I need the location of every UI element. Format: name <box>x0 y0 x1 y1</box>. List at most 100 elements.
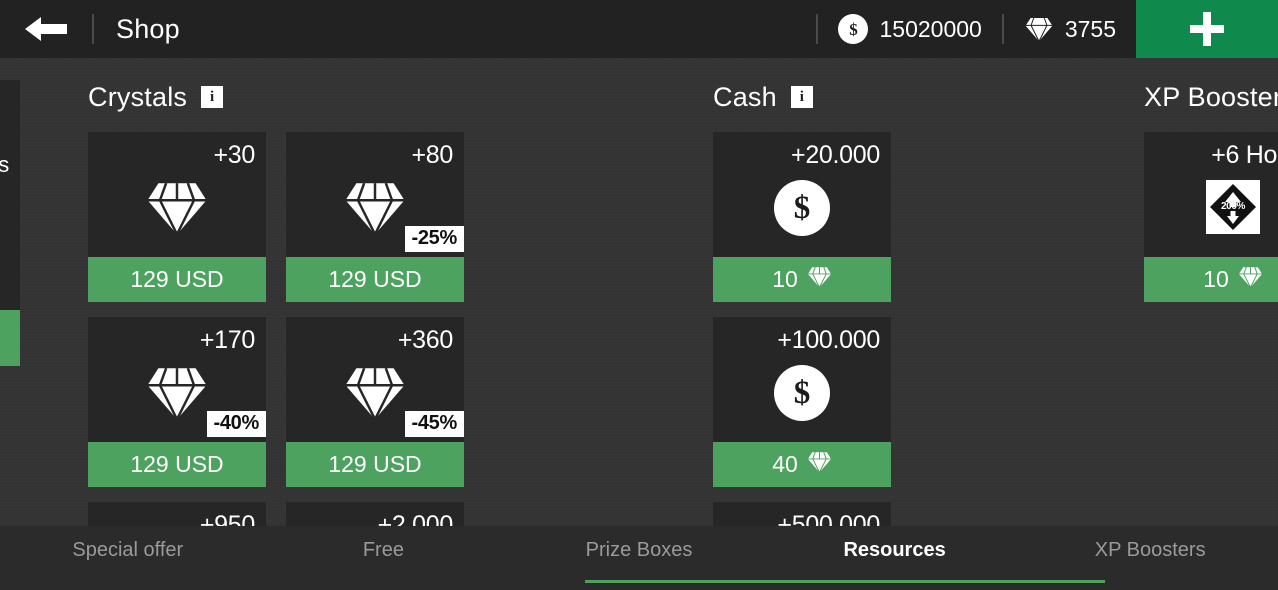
currency-cash-value: 15020000 <box>879 15 982 42</box>
shop-card[interactable]: +80 129 USD -25% <box>286 132 464 302</box>
diamond-icon <box>1024 16 1054 42</box>
shop-card[interactable]: +20.000 $10 <box>713 132 891 302</box>
tab-free[interactable]: Free <box>256 526 512 590</box>
shop-card[interactable]: +170 129 USD -40% <box>88 317 266 487</box>
currency-group: $ 15020000 3755 <box>816 0 1136 58</box>
dollar-coin-icon: $ <box>838 14 869 44</box>
card-amount: +360 <box>397 326 453 354</box>
shop-card[interactable]: +2.000129 USD-60% <box>286 502 464 526</box>
card-grid-crystals: +30 129 USD +80 129 USD -25% +170 129 USD -40% +… <box>88 132 658 526</box>
info-icon[interactable]: i <box>201 86 224 108</box>
dollar-coin-icon: $ <box>774 365 830 421</box>
section-xp-boosters: XP Boostersi+6 Hours200%10+1 Week200%40 <box>1144 58 1278 302</box>
card-amount: +2.000 <box>377 511 454 526</box>
section-title: Crystals <box>88 81 188 112</box>
card-price: 10 <box>772 266 798 292</box>
card-footer[interactable] <box>0 310 20 366</box>
card-footer[interactable]: 10 <box>1144 257 1278 302</box>
edge-card-partial[interactable]: s 200% <box>0 80 20 366</box>
card-body: s 200% <box>0 80 20 310</box>
section-title: XP Boosters <box>1144 81 1278 112</box>
diamond-icon <box>147 367 207 420</box>
diamond-icon <box>345 367 405 420</box>
section-crystals: Crystals i +30 129 USD +80 129 USD -25% +170 129… <box>88 58 658 526</box>
card-amount: +170 <box>199 326 255 354</box>
xp-booster-icon: 200% <box>1206 180 1260 234</box>
card-icon-wrap: 200% <box>1144 180 1278 234</box>
card-footer[interactable]: 129 USD -25% <box>286 226 464 302</box>
shop-screen: Shop $ 15020000 3755 s Crystals i +30 12… <box>0 0 1278 590</box>
card-icon-wrap: $ <box>713 365 891 421</box>
plus-icon <box>1190 12 1224 46</box>
shop-card[interactable]: +360 129 USD -45% <box>286 317 464 487</box>
card-price: 40 <box>772 451 798 477</box>
back-arrow-icon <box>25 17 67 41</box>
card-footer[interactable]: 129 USD -45% <box>286 411 464 487</box>
add-currency-button[interactable] <box>1136 0 1278 58</box>
shop-card[interactable]: +100.000 $40 <box>713 317 891 487</box>
shop-card[interactable]: +30 129 USD <box>88 132 266 302</box>
card-body: +30 <box>88 132 266 257</box>
card-body: +2.000 <box>286 502 464 526</box>
card-footer[interactable]: 129 USD -40% <box>88 411 266 487</box>
diamond-icon <box>147 182 207 235</box>
card-amount: s <box>0 152 9 177</box>
card-body: +100.000 $ <box>713 317 891 442</box>
card-body: +6 Hours 200% <box>1144 132 1278 257</box>
section-cash: Cashi +20.000 $10 +100.000 $40 +500.000$120 +1… <box>713 58 1088 526</box>
card-amount: +6 Hours <box>1211 141 1278 169</box>
header-divider <box>92 14 94 44</box>
price-diamond-icon <box>807 266 832 294</box>
active-tab-underline <box>585 580 1105 583</box>
section-header-cash: Cash i <box>713 58 1088 112</box>
shop-card[interactable]: +6 Hours 200% 10 <box>1144 132 1278 302</box>
dollar-coin-icon: $ <box>774 180 830 236</box>
price-diamond-icon <box>807 451 832 479</box>
card-amount: +20.000 <box>791 141 880 169</box>
diamond-icon <box>1238 266 1262 288</box>
card-footer[interactable]: 40 <box>713 442 891 487</box>
diamond-icon <box>807 266 831 288</box>
currency-crystals-value: 3755 <box>1064 15 1116 42</box>
discount-badge: -45% <box>404 411 464 437</box>
section-header-xp-boosters: XP Boostersi <box>1144 58 1278 112</box>
discount-badge: -25% <box>404 226 464 252</box>
back-button[interactable] <box>0 0 92 58</box>
card-price: 129 USD <box>328 451 422 477</box>
card-icon-wrap: 200% <box>0 252 20 306</box>
card-amount: +80 <box>411 141 453 169</box>
card-icon-wrap: $ <box>713 180 891 236</box>
section-header-crystals: Crystals i <box>88 58 658 112</box>
card-amount: +100.000 <box>777 326 880 354</box>
section-title: Cash <box>713 81 777 112</box>
card-footer[interactable]: 129 USD <box>88 257 266 302</box>
card-icon-wrap <box>88 180 266 241</box>
price-diamond-icon <box>1238 266 1263 294</box>
card-body: +500.000$ <box>713 502 891 526</box>
card-amount: +500.000 <box>777 511 880 526</box>
card-body: +950 <box>88 502 266 526</box>
card-price: 129 USD <box>328 266 422 292</box>
diamond-icon <box>344 180 406 241</box>
card-price: 10 <box>1203 266 1229 292</box>
card-price: 129 USD <box>130 451 224 477</box>
diamond-icon <box>807 451 831 473</box>
diamond-icon <box>345 182 405 235</box>
tab-special-offer[interactable]: Special offer <box>0 526 256 590</box>
page-title: Shop <box>116 13 180 44</box>
shop-card[interactable]: +950129 USD-50% <box>88 502 266 526</box>
info-icon[interactable]: i <box>790 86 813 108</box>
card-footer[interactable]: 10 <box>713 257 891 302</box>
card-body: +20.000 $ <box>713 132 891 257</box>
header-bar: Shop $ 15020000 3755 <box>0 0 1278 58</box>
currency-crystals[interactable]: 3755 <box>1004 0 1136 58</box>
shop-card[interactable]: +500.000$120 <box>713 502 891 526</box>
currency-cash[interactable]: $ 15020000 <box>818 0 1001 58</box>
shop-content: s 200% Crystals i +30 129 USD +80 129 USD -25%… <box>0 58 1278 526</box>
card-price: 129 USD <box>130 266 224 292</box>
card-grid-xp-boosters: +6 Hours200%10+1 Week200%40 <box>1144 132 1278 302</box>
diamond-icon <box>146 365 208 426</box>
discount-badge: -40% <box>206 411 266 437</box>
card-grid-cash: +20.000$10+100.000$40+500.000$120+1.000.… <box>713 132 1088 526</box>
diamond-icon <box>344 365 406 426</box>
